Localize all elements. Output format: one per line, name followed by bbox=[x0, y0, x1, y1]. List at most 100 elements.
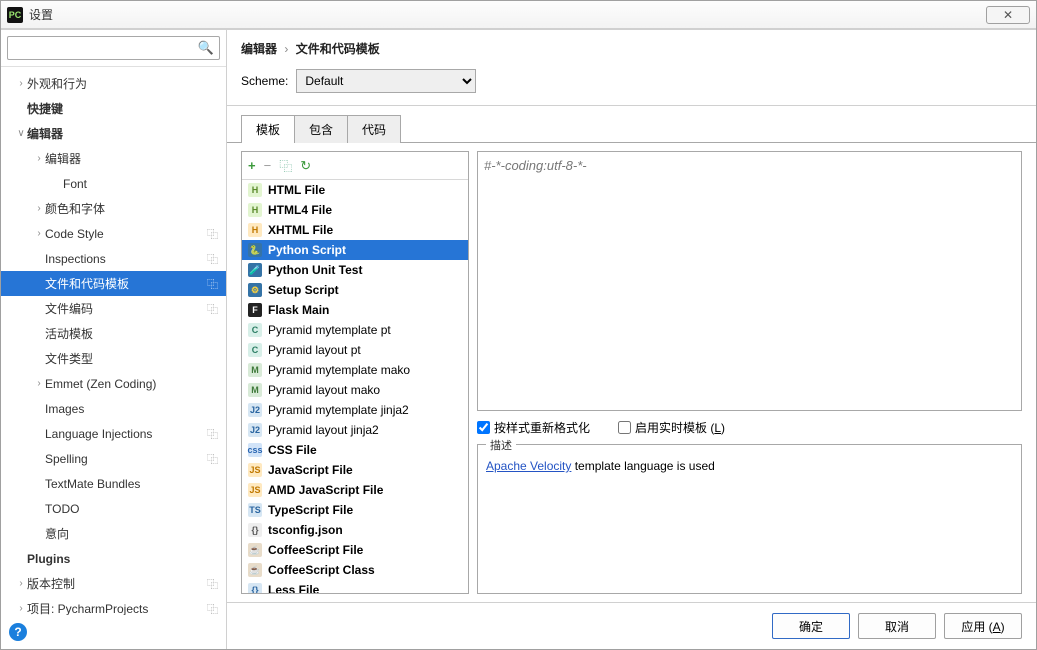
sidebar-item-label: 文件类型 bbox=[45, 350, 226, 367]
template-editor[interactable]: #-*-coding:utf-8-*- bbox=[477, 151, 1022, 411]
tab-templates[interactable]: 模板 bbox=[241, 115, 295, 143]
sidebar-item-label: Emmet (Zen Coding) bbox=[45, 377, 226, 391]
file-type-icon: M bbox=[248, 383, 262, 397]
sidebar-item-label: 颜色和字体 bbox=[45, 200, 226, 217]
sidebar-item[interactable]: ›外观和行为 bbox=[1, 71, 226, 96]
file-type-icon: JS bbox=[248, 483, 262, 497]
sidebar: 🔍 ›外观和行为快捷键∨编辑器›编辑器Font›颜色和字体›Code Style… bbox=[1, 30, 227, 649]
sidebar-item[interactable]: TODO bbox=[1, 496, 226, 521]
template-label: Setup Script bbox=[268, 283, 339, 297]
sidebar-item[interactable]: ›颜色和字体 bbox=[1, 196, 226, 221]
sidebar-item[interactable]: 文件和代码模板⿻ bbox=[1, 271, 226, 296]
template-label: XHTML File bbox=[268, 223, 333, 237]
template-item[interactable]: {}Less File bbox=[242, 580, 468, 593]
sidebar-item[interactable]: 活动模板 bbox=[1, 321, 226, 346]
template-item[interactable]: MPyramid mytemplate mako bbox=[242, 360, 468, 380]
sidebar-item-label: 项目: PycharmProjects bbox=[27, 600, 226, 615]
tab-includes[interactable]: 包含 bbox=[294, 115, 348, 143]
search-icon: 🔍 bbox=[198, 40, 214, 56]
template-item[interactable]: J2Pyramid layout jinja2 bbox=[242, 420, 468, 440]
template-item[interactable]: ☕CoffeeScript Class bbox=[242, 560, 468, 580]
sidebar-item-label: 快捷键 bbox=[27, 100, 226, 117]
chevron-icon: › bbox=[33, 378, 45, 389]
template-label: Pyramid layout mako bbox=[268, 383, 380, 397]
sidebar-item[interactable]: Inspections⿻ bbox=[1, 246, 226, 271]
reformat-checkbox[interactable]: 按样式重新格式化 bbox=[477, 419, 590, 436]
sidebar-item[interactable]: ›Code Style⿻ bbox=[1, 221, 226, 246]
editor-content: #-*-coding:utf-8-*- bbox=[484, 158, 587, 173]
template-item[interactable]: M Pyramid layout mako bbox=[242, 380, 468, 400]
titlebar: PC 设置 ✕ bbox=[1, 1, 1036, 29]
template-item[interactable]: ⚙Setup Script bbox=[242, 280, 468, 300]
file-type-icon: {} bbox=[248, 583, 262, 593]
apply-button[interactable]: 应用 (A) bbox=[944, 613, 1022, 639]
sidebar-item-label: Plugins bbox=[27, 552, 226, 566]
scope-icon: ⿻ bbox=[207, 576, 218, 592]
template-item[interactable]: FFlask Main bbox=[242, 300, 468, 320]
sidebar-item[interactable]: Plugins bbox=[1, 546, 226, 571]
sidebar-item[interactable]: ›Emmet (Zen Coding) bbox=[1, 371, 226, 396]
template-item[interactable]: ☕ CoffeeScript File bbox=[242, 540, 468, 560]
template-label: CoffeeScript File bbox=[268, 543, 363, 557]
template-item[interactable]: HHTML4 File bbox=[242, 200, 468, 220]
chevron-icon: › bbox=[15, 578, 27, 589]
template-item[interactable]: TSTypeScript File bbox=[242, 500, 468, 520]
template-item[interactable]: 🐍Python Script bbox=[242, 240, 468, 260]
scope-icon: ⿻ bbox=[207, 601, 218, 616]
sidebar-item[interactable]: Font bbox=[1, 171, 226, 196]
sidebar-item[interactable]: ›编辑器 bbox=[1, 146, 226, 171]
sidebar-item[interactable]: 文件类型 bbox=[1, 346, 226, 371]
template-item[interactable]: JSAMD JavaScript File bbox=[242, 480, 468, 500]
sidebar-item-label: Code Style bbox=[45, 227, 226, 241]
sidebar-item[interactable]: 快捷键 bbox=[1, 96, 226, 121]
scheme-select[interactable]: Default bbox=[296, 69, 476, 93]
chevron-icon: › bbox=[33, 153, 45, 164]
tab-code[interactable]: 代码 bbox=[347, 115, 401, 143]
template-item[interactable]: HHTML File bbox=[242, 180, 468, 200]
copy-icon[interactable]: ⿻ bbox=[279, 156, 292, 175]
template-item[interactable]: 🧪Python Unit Test bbox=[242, 260, 468, 280]
sidebar-item[interactable]: Spelling⿻ bbox=[1, 446, 226, 471]
scope-icon: ⿻ bbox=[207, 451, 218, 467]
close-button[interactable]: ✕ bbox=[986, 6, 1030, 24]
sidebar-item-label: Images bbox=[45, 402, 226, 416]
template-item[interactable]: cssCSS File bbox=[242, 440, 468, 460]
file-type-icon: 🐍 bbox=[248, 243, 262, 257]
file-type-icon: 🧪 bbox=[248, 263, 262, 277]
template-item[interactable]: CPyramid layout pt bbox=[242, 340, 468, 360]
template-label: CSS File bbox=[268, 443, 317, 457]
sidebar-item[interactable]: TextMate Bundles bbox=[1, 471, 226, 496]
sidebar-item[interactable]: 意向 bbox=[1, 521, 226, 546]
description-legend: 描述 bbox=[486, 437, 516, 453]
sidebar-item[interactable]: 文件编码⿻ bbox=[1, 296, 226, 321]
velocity-link[interactable]: Apache Velocity bbox=[486, 459, 571, 473]
remove-icon[interactable]: − bbox=[264, 158, 272, 173]
search-box: 🔍 bbox=[1, 30, 226, 67]
file-type-icon: J2 bbox=[248, 423, 262, 437]
search-input[interactable] bbox=[7, 36, 220, 60]
template-label: TypeScript File bbox=[268, 503, 353, 517]
sidebar-item[interactable]: ›版本控制⿻ bbox=[1, 571, 226, 596]
template-item[interactable]: CPyramid mytemplate pt bbox=[242, 320, 468, 340]
sidebar-item[interactable]: Images bbox=[1, 396, 226, 421]
help-icon[interactable]: ? bbox=[9, 623, 27, 641]
settings-tree[interactable]: ›外观和行为快捷键∨编辑器›编辑器Font›颜色和字体›Code Style⿻I… bbox=[1, 67, 226, 615]
add-icon[interactable]: + bbox=[248, 158, 256, 173]
template-list[interactable]: HHTML FileHHTML4 File H XHTML File 🐍Python … bbox=[242, 180, 468, 593]
live-template-checkbox[interactable]: 启用实时模板 (L) bbox=[618, 419, 725, 436]
file-type-icon: ☕ bbox=[248, 543, 262, 557]
dialog-footer: 确定 取消 应用 (A) bbox=[227, 602, 1036, 649]
template-item[interactable]: JSJavaScript File bbox=[242, 460, 468, 480]
template-item[interactable]: J2Pyramid mytemplate jinja2 bbox=[242, 400, 468, 420]
sidebar-item[interactable]: Language Injections⿻ bbox=[1, 421, 226, 446]
sidebar-item[interactable]: ∨编辑器 bbox=[1, 121, 226, 146]
reset-icon[interactable]: ↻ bbox=[300, 158, 311, 174]
template-item[interactable]: H XHTML File bbox=[242, 220, 468, 240]
template-label: Pyramid mytemplate jinja2 bbox=[268, 403, 409, 417]
file-type-icon: H bbox=[248, 223, 262, 237]
template-item[interactable]: {}tsconfig.json bbox=[242, 520, 468, 540]
sidebar-item[interactable]: ›项目: PycharmProjects⿻ bbox=[1, 596, 226, 615]
scope-icon: ⿻ bbox=[207, 301, 218, 317]
cancel-button[interactable]: 取消 bbox=[858, 613, 936, 639]
ok-button[interactable]: 确定 bbox=[772, 613, 850, 639]
